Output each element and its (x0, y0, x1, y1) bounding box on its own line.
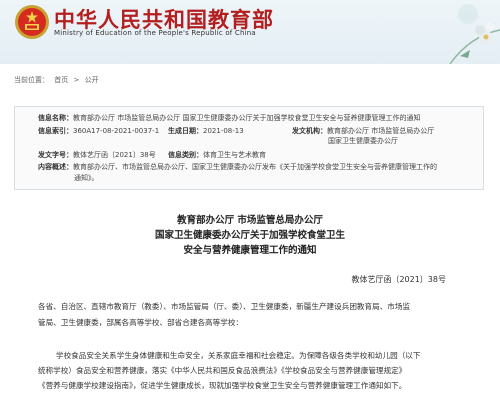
breadcrumb-label: 当前位置： (14, 76, 49, 84)
doc-title-line-2: 国家卫生健康委办公厅关于加强学校食堂卫生 (154, 230, 345, 241)
info-summary-row: 内容概述：教育部办公厅、市场监管总局办公厅、国家卫生健康委办公厅发布《关于加强学… (38, 163, 437, 172)
body-line-3: 《营养与健康学校建设指南》，促进学生健康成长，现就加强学校食堂卫生安全与营养健康… (38, 381, 407, 390)
info-summary-line-1: 教育部办公厅、市场监管总局办公厅、国家卫生健康委办公厅发布《关于加强学校食堂卫生… (73, 163, 437, 171)
body-line-1: 学校食品安全关系学生身体健康和生命安全，关系家庭幸福和社会稳定。为保障各级各类学… (56, 351, 421, 360)
doc-number: 教体艺厅函〔2021〕38号 (351, 275, 446, 284)
info-index-value: 360A17-08-2021-0037-1 (73, 127, 160, 135)
breadcrumb: 当前位置： 首页 > 公开 (14, 75, 102, 85)
addressee-line-1: 各省、自治区、直辖市教育厅（教委）、市场监管局（厅、委）、卫生健康委，新疆生产建… (38, 302, 411, 311)
info-category-value: 体育卫生与艺术教育 (203, 151, 266, 159)
info-date-value: 2021-08-13 (203, 127, 244, 135)
addressee-line-2: 管局、卫生健康委，部属各高等学校、部省合建各高等学校： (38, 318, 244, 327)
info-docno-row: 发文字号：教体艺厅函〔2021〕38号 (38, 151, 156, 160)
info-index-row: 信息索引：360A17-08-2021-0037-1 (38, 127, 159, 136)
info-org-value: 教育部办公厅 市场监管总局办公厅 (327, 127, 435, 135)
site-header: 中华人民共和国教育部 Ministry of Education of the … (0, 0, 500, 64)
info-org-label: 发文机构： (292, 127, 327, 135)
info-index-label: 信息索引： (38, 127, 73, 135)
info-summary-line-2: 通知》。 (74, 174, 99, 182)
info-docno-label: 发文字号： (38, 151, 73, 159)
info-org-value-2: 国家卫生健康委办公厅 (328, 137, 398, 145)
info-category-label: 信息类别： (168, 151, 203, 159)
doc-title-line-1: 教育部办公厅 市场监管总局办公厅 (177, 215, 323, 226)
info-date-label: 生成日期： (168, 127, 203, 135)
info-category-row: 信息类别：体育卫生与艺术教育 (168, 151, 266, 160)
info-title-label: 信息名称： (38, 114, 73, 122)
breadcrumb-separator: > (73, 76, 80, 84)
info-org-row: 发文机构：教育部办公厅 市场监管总局办公厅 (292, 127, 434, 136)
decorative-flower-icon (449, 4, 500, 64)
info-docno-value: 教体艺厅函〔2021〕38号 (73, 151, 156, 159)
info-date-row: 生成日期：2021-08-13 (168, 127, 244, 136)
info-org-row-2: 国家卫生健康委办公厅 (328, 137, 398, 146)
doc-title-line-3: 安全与营养健康管理工作的通知 (183, 245, 317, 256)
info-summary-label: 内容概述： (38, 163, 73, 171)
national-emblem-icon (15, 5, 49, 39)
site-subtitle: Ministry of Education of the People's Re… (54, 29, 256, 37)
breadcrumb-home-link[interactable]: 首页 (54, 76, 68, 84)
info-summary-row-2: 通知》。 (74, 174, 99, 183)
info-title-row: 信息名称：教育部办公厅 市场监管总局办公厅 国家卫生健康委办公厅关于加强学校食堂… (38, 114, 420, 123)
body-line-2: 统称学校）食品安全和营养健康，落实《中华人民共和国反食品浪费法》《学校食品安全与… (38, 366, 407, 375)
info-title-value: 教育部办公厅 市场监管总局办公厅 国家卫生健康委办公厅关于加强学校食堂卫生安全与… (73, 114, 421, 122)
breadcrumb-current-link[interactable]: 公开 (85, 76, 99, 84)
